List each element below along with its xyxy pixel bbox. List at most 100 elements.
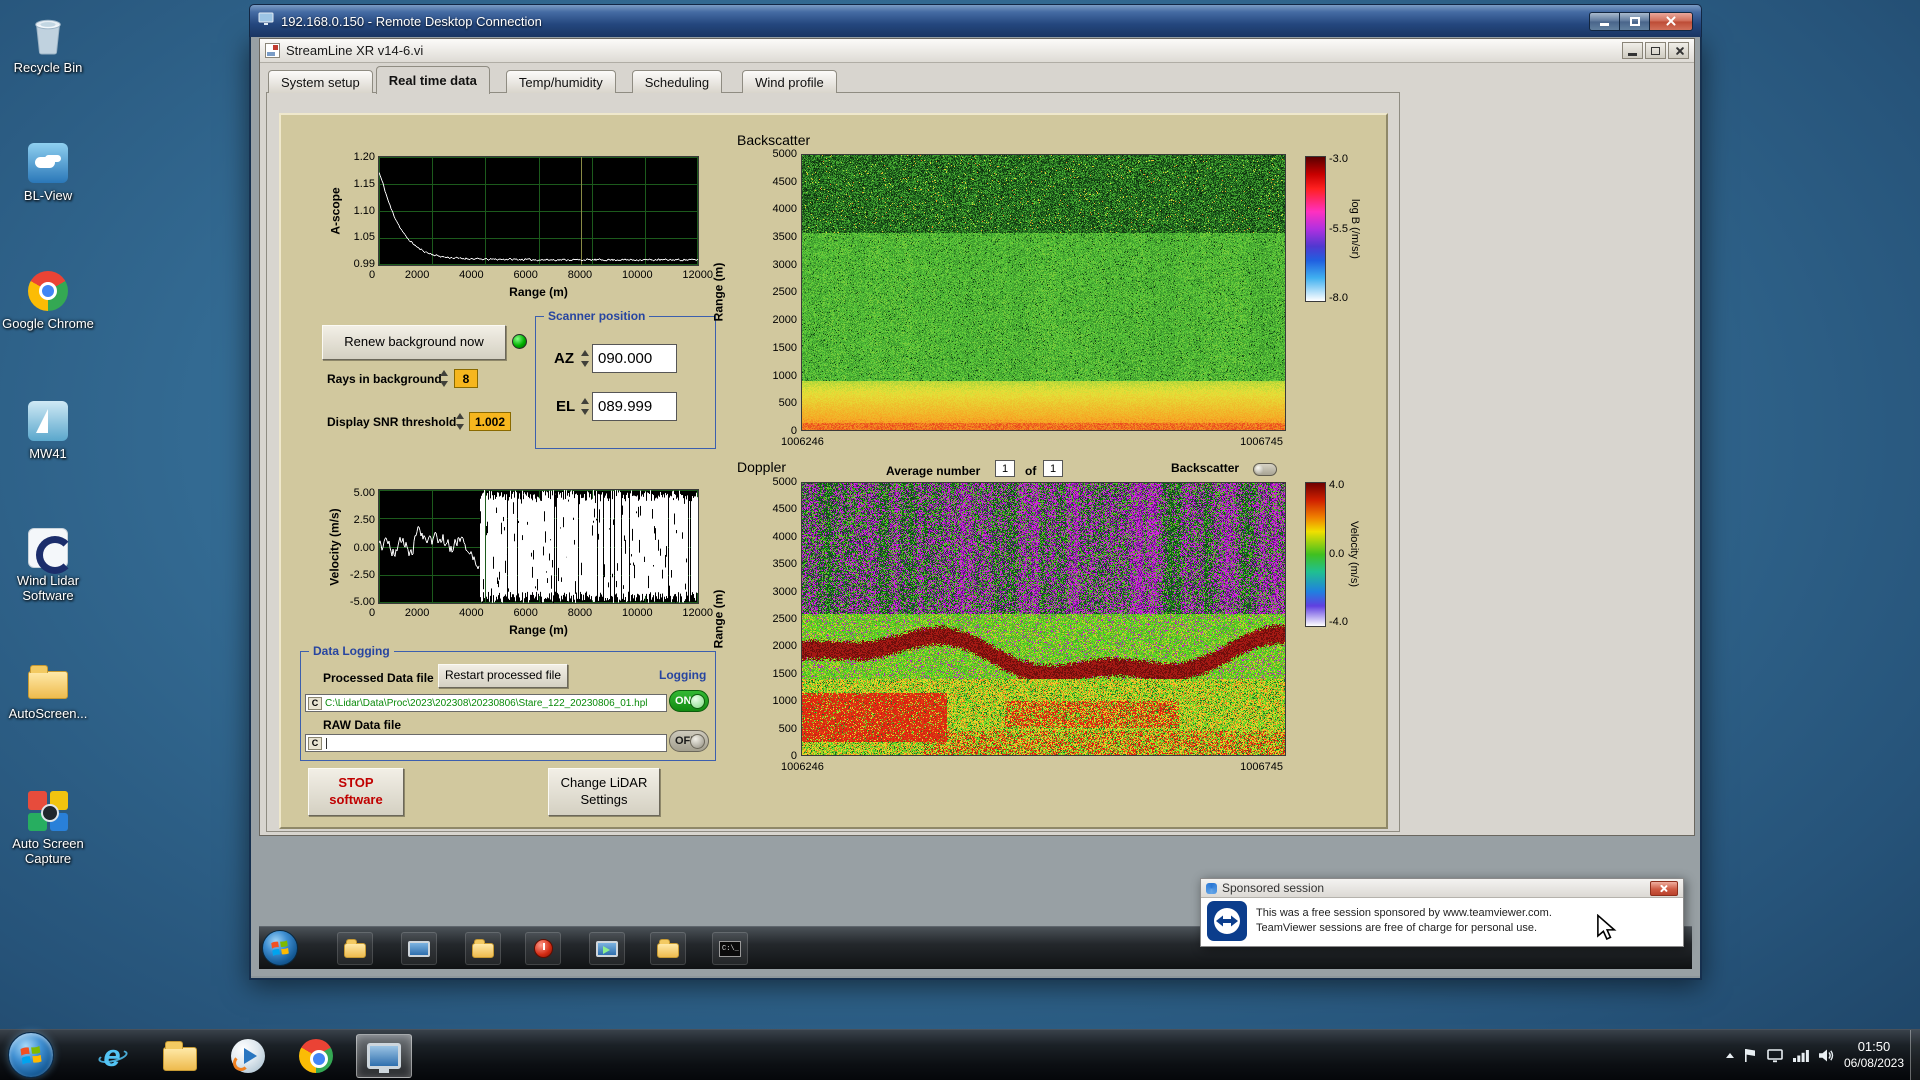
app-minimize-button[interactable] [1622, 42, 1643, 59]
remote-taskbar-display-share-icon[interactable] [589, 932, 625, 965]
desktop-icon-auto-screen-capture[interactable]: Auto Screen Capture [2, 788, 94, 867]
auto-screen-capture-icon [25, 788, 71, 834]
tab-wind-profile[interactable]: Wind profile [742, 70, 837, 93]
el-label: EL [556, 398, 576, 415]
velocity-plot [378, 489, 699, 604]
tick-label: 1000 [772, 369, 797, 382]
taskbar-remote-desktop-button[interactable] [356, 1033, 412, 1078]
raw-logging-toggle[interactable]: OFF [669, 730, 709, 752]
el-spinner[interactable] [580, 398, 590, 415]
remote-taskbar-power-icon[interactable] [525, 932, 561, 965]
stop-software-button[interactable]: STOP software [308, 768, 404, 816]
action-center-flag-icon[interactable] [1744, 1048, 1757, 1063]
desktop-icon-autoscreen[interactable]: AutoScreen... [2, 658, 94, 722]
network-tray-icon[interactable] [1792, 1049, 1809, 1062]
bl-view-icon [25, 140, 71, 186]
display-tray-icon[interactable] [1767, 1048, 1783, 1063]
show-desktop-button[interactable] [1910, 1030, 1920, 1080]
backscatter-y-axis-label: Range (m) [711, 262, 726, 322]
processed-data-file-label: Processed Data file [323, 671, 434, 685]
backscatter-switch[interactable] [1253, 463, 1277, 476]
raw-file-path-field[interactable]: C [305, 734, 667, 752]
desktop-icon-wind-lidar[interactable]: Wind Lidar Software [2, 525, 94, 604]
tab-real-time-data[interactable]: Real time data [375, 66, 490, 94]
tick-label: 4.0 [1329, 479, 1345, 491]
remote-taskbar-system-window-icon[interactable] [401, 932, 437, 965]
popup-close-button[interactable] [1650, 880, 1678, 896]
processed-logging-toggle[interactable]: ON [669, 690, 709, 712]
taskbar-media-player-button[interactable] [220, 1034, 276, 1078]
tick-label: 1.20 [353, 151, 375, 163]
desktop-icon-label: Auto Screen Capture [12, 836, 84, 866]
tab-system-setup[interactable]: System setup [268, 70, 373, 93]
doppler-y-axis-label: Range (m) [711, 589, 726, 649]
drive-icon: C [308, 736, 322, 750]
backscatter-colorbar-label: log B (/m/sr) [1348, 199, 1361, 259]
sponsored-session-popup: Sponsored session This was a free sessio… [1200, 878, 1684, 947]
snr-spinner[interactable] [455, 413, 465, 430]
ascope-x-axis-label: Range (m) [509, 285, 568, 299]
rdp-close-button[interactable] [1649, 11, 1693, 31]
app-titlebar[interactable]: StreamLine XR v14-6.vi [260, 39, 1694, 63]
average-of-field[interactable]: 1 [1043, 460, 1063, 477]
rdp-maximize-button[interactable] [1619, 11, 1649, 31]
tick-label: 6000 [513, 607, 538, 619]
tick-label: 1500 [772, 667, 797, 680]
remote-taskbar-command-prompt-icon[interactable]: C:\_ [712, 932, 748, 965]
rdp-window-controls [1589, 11, 1693, 31]
desktop-icon-recycle-bin[interactable]: Recycle Bin [2, 12, 94, 76]
desktop-icon-label: Wind Lidar Software [16, 573, 80, 603]
volume-tray-icon[interactable] [1818, 1049, 1834, 1062]
media-player-icon [231, 1038, 265, 1073]
start-button[interactable] [8, 1032, 54, 1078]
az-spinner[interactable] [580, 350, 590, 367]
popup-icon [1206, 882, 1217, 894]
tick-label: 0.00 [353, 541, 375, 554]
tab-scheduling[interactable]: Scheduling [631, 70, 723, 93]
desktop-icon-bl-view[interactable]: BL-View [2, 140, 94, 204]
remote-desktop-area: StreamLine XR v14-6.vi System setup Real… [251, 37, 1700, 976]
tick-label: 2000 [404, 607, 430, 619]
remote-taskbar-explorer-icon[interactable] [337, 932, 373, 965]
tick-label: 12000 [682, 607, 713, 619]
tab-temp-humidity[interactable]: Temp/humidity [505, 70, 616, 93]
app-maximize-button[interactable] [1645, 42, 1666, 59]
el-field[interactable]: 089.999 [592, 392, 677, 421]
rays-value-field[interactable]: 8 [454, 369, 478, 388]
taskbar-clock[interactable]: 01:50 06/08/2023 [1844, 1039, 1904, 1071]
rdp-titlebar[interactable]: 192.168.0.150 - Remote Desktop Connectio… [249, 4, 1702, 37]
popup-titlebar[interactable]: Sponsored session [1201, 879, 1683, 898]
remote-taskbar-folder-icon[interactable] [465, 932, 501, 965]
backscatter-colorbar [1305, 156, 1326, 302]
desktop-icon-google-chrome[interactable]: Google Chrome [2, 268, 94, 332]
of-label: of [1025, 464, 1037, 478]
processed-file-path-field[interactable]: C C:\Lidar\Data\Proc\2023\202308\2023080… [305, 694, 667, 712]
rdp-minimize-button[interactable] [1589, 11, 1619, 31]
tick-label: 2000 [772, 314, 797, 327]
stop-button-line2: software [329, 792, 383, 807]
popup-body: This was a free session sponsored by www… [1201, 898, 1683, 944]
folder-icon [25, 658, 71, 704]
taskbar-explorer-button[interactable] [152, 1034, 208, 1078]
rays-spinner[interactable] [439, 370, 449, 387]
restart-processed-file-button[interactable]: Restart processed file [438, 664, 568, 688]
desktop-icon-mw41[interactable]: MW41 [2, 398, 94, 462]
tick-label: -3.0 [1329, 153, 1348, 165]
az-field[interactable]: 090.000 [592, 344, 677, 373]
tick-label: 5000 [772, 476, 797, 488]
tick-label: 6000 [513, 269, 538, 281]
taskbar-internet-explorer-button[interactable]: e [84, 1034, 140, 1078]
change-lidar-settings-button[interactable]: Change LiDAR Settings [548, 768, 660, 816]
doppler-x-start: 1006246 [781, 761, 824, 773]
tick-label: 1000 [772, 695, 797, 708]
remote-taskbar-folder2-icon[interactable] [650, 932, 686, 965]
average-number-field[interactable]: 1 [995, 460, 1015, 477]
tick-label: 5000 [772, 148, 797, 160]
tick-label: 2000 [772, 640, 797, 653]
taskbar-chrome-button[interactable] [288, 1034, 344, 1078]
remote-start-button[interactable] [262, 930, 298, 966]
snr-value-field[interactable]: 1.002 [469, 412, 511, 431]
app-close-button[interactable] [1668, 42, 1689, 59]
hidden-icons-chevron[interactable] [1725, 1053, 1734, 1058]
renew-background-button[interactable]: Renew background now [322, 325, 506, 360]
